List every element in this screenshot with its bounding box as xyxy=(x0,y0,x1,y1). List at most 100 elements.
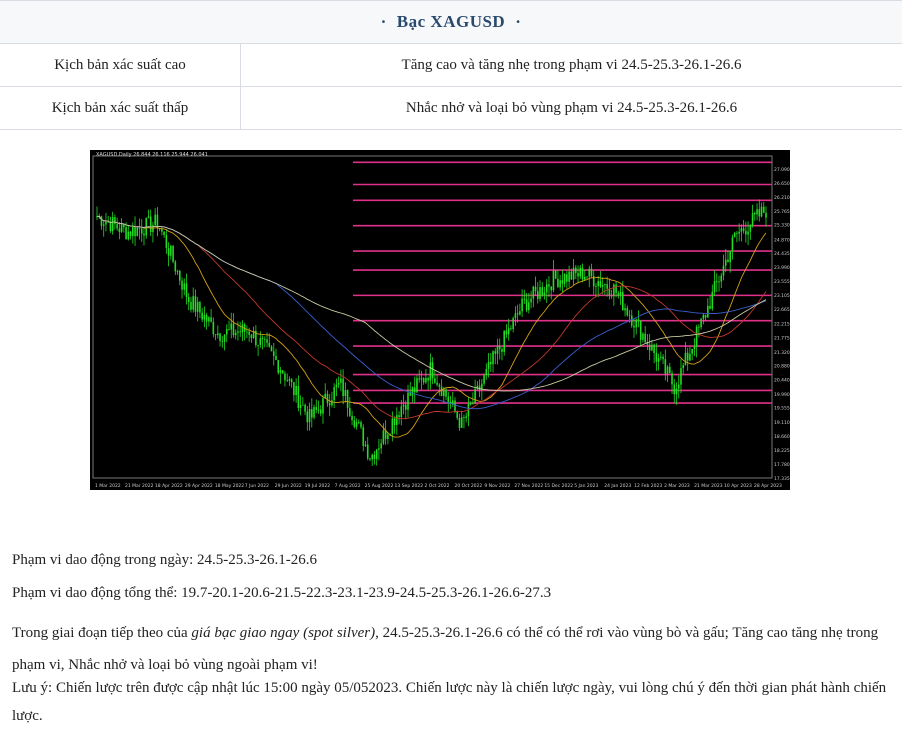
candle-body xyxy=(284,374,286,381)
candle-body xyxy=(423,378,425,382)
candle-body xyxy=(736,233,738,234)
candle-body xyxy=(698,327,700,328)
candle-body xyxy=(309,409,311,422)
candle-body xyxy=(499,346,501,349)
candle-body xyxy=(479,386,481,390)
candle-body xyxy=(271,347,273,352)
candle-body xyxy=(340,379,342,383)
candle-body xyxy=(743,228,745,230)
candle-body xyxy=(197,302,199,312)
candle-body xyxy=(537,291,539,299)
candle-body xyxy=(573,268,575,280)
x-tick-label: 1 Mar 2022 xyxy=(95,483,121,489)
candle-body xyxy=(765,213,767,218)
candle-body xyxy=(208,317,210,321)
candle-body xyxy=(369,458,371,459)
candle-body xyxy=(515,313,517,318)
y-tick-label: 24.435 xyxy=(774,251,790,257)
table-row: Kịch bản xác suất thấp Nhắc nhở và loại … xyxy=(0,87,902,130)
candle-body xyxy=(112,217,114,231)
y-tick-label: 27.090 xyxy=(774,167,790,173)
x-tick-label: 2 Mar 2023 xyxy=(664,483,690,489)
y-tick-label: 18.225 xyxy=(774,448,790,454)
candle-body xyxy=(315,407,317,410)
para-a: Trong giai đoạn tiếp theo của xyxy=(12,625,191,641)
candle-body xyxy=(132,227,134,236)
candle-body xyxy=(624,308,626,310)
candle-body xyxy=(575,268,577,273)
update-note: Lưu ý: Chiến lược trên được cập nhật lúc… xyxy=(12,674,890,730)
candle-body xyxy=(463,417,465,418)
candle-body xyxy=(210,317,212,322)
candle-body xyxy=(116,224,118,229)
candle-body xyxy=(320,410,322,414)
candle-body xyxy=(291,379,293,382)
x-tick-label: 29 Jun 2022 xyxy=(275,483,302,489)
candle-body xyxy=(148,217,150,218)
page-title: · Bạc XAGUSD · xyxy=(0,0,902,44)
candle-body xyxy=(280,370,282,372)
candle-body xyxy=(273,351,275,356)
candle-body xyxy=(486,369,488,375)
y-tick-label: 22.665 xyxy=(774,307,790,313)
candle-body xyxy=(318,410,320,411)
candle-body xyxy=(199,302,201,312)
candle-body xyxy=(734,233,736,237)
candle-body xyxy=(747,232,749,235)
candle-body xyxy=(130,232,132,236)
candle-body xyxy=(720,276,722,282)
candle-body xyxy=(298,386,300,408)
candle-body xyxy=(626,308,628,315)
candle-body xyxy=(313,407,315,417)
x-tick-label: 21 Mar 2023 xyxy=(694,483,723,489)
candle-body xyxy=(248,332,250,335)
title-text: Bạc XAGUSD xyxy=(397,12,505,32)
candle-body xyxy=(387,435,389,439)
candle-body xyxy=(685,353,687,366)
candle-body xyxy=(405,405,407,410)
candle-body xyxy=(714,281,716,292)
candle-body xyxy=(143,234,145,236)
title-dot-right: · xyxy=(515,12,521,32)
candle-body xyxy=(195,296,197,312)
candle-body xyxy=(756,209,758,214)
candle-body xyxy=(530,299,532,303)
candle-body xyxy=(336,385,338,387)
candle-body xyxy=(644,334,646,342)
candle-body xyxy=(190,302,192,310)
candle-body xyxy=(237,331,239,332)
candle-body xyxy=(289,379,291,381)
candle-body xyxy=(141,228,143,233)
candle-body xyxy=(349,408,351,416)
intraday-value: 24.5-25.3-26.1-26.6 xyxy=(197,552,317,568)
candle-body xyxy=(224,334,226,341)
candle-body xyxy=(725,260,727,266)
candle-body xyxy=(177,271,179,272)
candle-body xyxy=(691,349,693,354)
candle-body xyxy=(119,228,121,232)
candle-body xyxy=(741,228,743,231)
candle-body xyxy=(101,216,103,226)
candle-body xyxy=(577,273,579,276)
candle-body xyxy=(709,306,711,309)
candle-body xyxy=(494,351,496,354)
candle-body xyxy=(662,357,664,360)
candle-body xyxy=(398,415,400,417)
candle-body xyxy=(358,422,360,423)
candle-body xyxy=(378,448,380,449)
candle-body xyxy=(694,347,696,349)
candle-body xyxy=(474,389,476,403)
candle-body xyxy=(564,274,566,283)
x-tick-label: 19 Jul 2022 xyxy=(305,483,331,489)
candle-body xyxy=(105,222,107,225)
candle-body xyxy=(445,389,447,396)
candle-body xyxy=(421,378,423,379)
candle-body xyxy=(217,333,219,335)
candle-body xyxy=(430,362,432,380)
candle-body xyxy=(671,373,673,384)
candle-body xyxy=(266,339,268,342)
candle-body xyxy=(541,287,543,295)
candle-body xyxy=(586,277,588,278)
candle-body xyxy=(333,387,335,400)
x-tick-label: 21 Mar 2022 xyxy=(125,483,154,489)
